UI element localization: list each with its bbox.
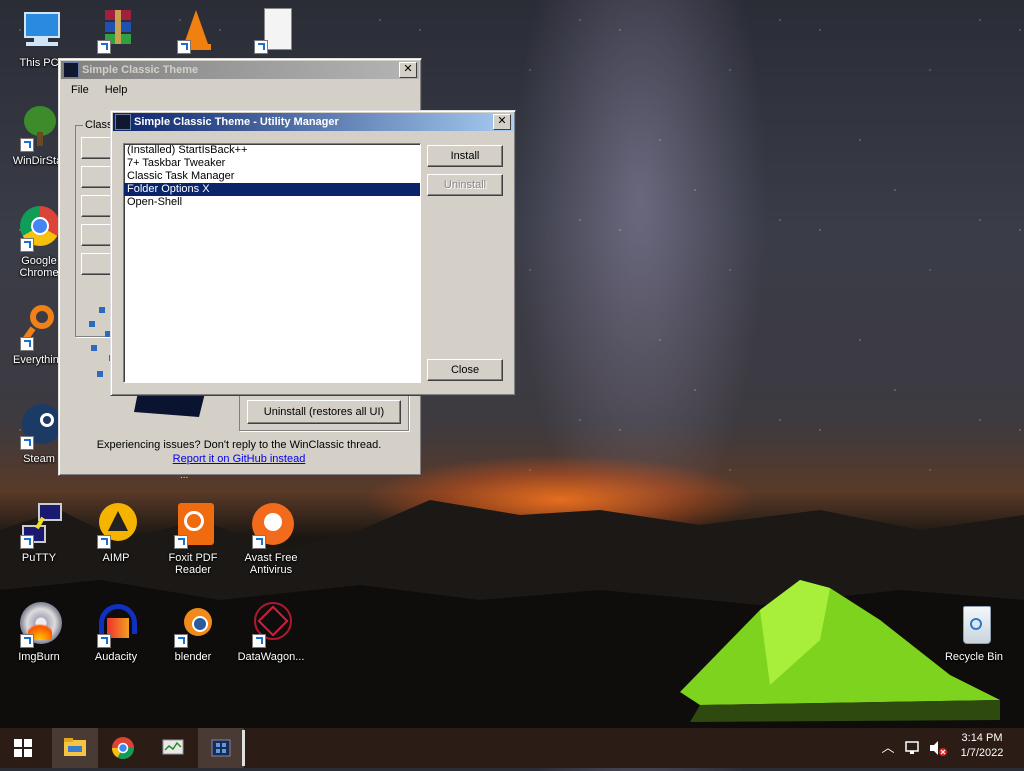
shortcut-arrow-icon [174,634,188,648]
desktop-icon-label: DataWagon... [237,651,305,663]
clock-date: 1/7/2022 [960,747,1004,759]
network-icon[interactable] [904,728,922,768]
shortcut-arrow-icon [20,634,34,648]
windows-logo-icon [14,739,32,757]
desktop-icon-datawagon[interactable]: DataWagon... [234,602,308,663]
wallpaper-landscape [0,500,1024,730]
aimp-icon [93,503,139,549]
window-title: Simple Classic Theme - Utility Manager [134,116,339,128]
blender-icon [170,602,216,648]
taskbar-file-explorer[interactable] [52,728,98,768]
list-item[interactable]: Classic Task Manager [124,170,420,183]
taskbar: ︿ 3:14 PM 1/7/2022 [0,728,1024,768]
shortcut-arrow-icon [97,634,111,648]
uninstall-button[interactable]: Uninstall [427,174,503,196]
desktop-icon-audacity[interactable]: Audacity [79,602,153,663]
shortcut-arrow-icon [97,535,111,549]
start-button[interactable] [0,728,46,768]
shortcut-arrow-icon [20,138,34,152]
desktop-icon-blender[interactable]: blender [156,602,230,663]
vlc-cone-icon [173,8,219,54]
audacity-headphones-icon [93,602,139,648]
list-item[interactable]: 7+ Taskbar Tweaker [124,157,420,170]
taskbar-simple-classic-theme[interactable] [198,728,244,768]
desktop-icon-imgburn[interactable]: ImgBurn [2,602,76,663]
uninstall-restore-button[interactable]: Uninstall (restores all UI) [247,400,401,424]
title-bar[interactable]: Simple Classic Theme - Utility Manager ✕ [113,113,513,131]
document-icon [250,8,296,54]
shortcut-arrow-icon [177,40,191,54]
shortcut-arrow-icon [252,634,266,648]
back-window-partial-label: ... [180,470,189,481]
magnifier-icon [16,305,62,351]
steam-icon [16,404,62,450]
desktop-icon-aimp[interactable]: AIMP [79,503,153,564]
app-icon [115,114,131,130]
desktop-icon-label: Foxit PDF Reader [168,552,218,576]
desktop-icon-avast[interactable]: Avast Free Antivirus [234,503,308,576]
folder-icon [64,738,86,756]
chrome-icon [16,206,62,252]
clock-time: 3:14 PM [961,732,1003,744]
utility-list[interactable]: (Installed) StartIsBack++ 7+ Taskbar Twe… [123,143,421,383]
desktop-icon-label: Recycle Bin [944,651,1004,663]
shortcut-arrow-icon [20,238,34,252]
taskbar-chrome[interactable] [100,728,146,768]
desktop-icon-label: PuTTY [21,552,57,564]
list-item[interactable]: (Installed) StartIsBack++ [124,144,420,157]
shortcut-arrow-icon [252,535,266,549]
github-link[interactable]: Report it on GitHub instead [59,453,419,465]
shortcut-arrow-icon [20,337,34,351]
tray-chevron-icon[interactable]: ︿ [880,728,896,768]
desktop-icon-vlc[interactable] [159,8,233,57]
clock[interactable]: 3:14 PM 1/7/2022 [952,728,1012,768]
window-title: Simple Classic Theme [82,64,199,76]
winrar-icon [93,8,139,54]
shortcut-arrow-icon [174,535,188,549]
chrome-icon [112,737,134,759]
computer-icon [16,8,62,54]
close-icon[interactable]: ✕ [493,114,511,130]
close-button[interactable]: Close [427,359,503,381]
taskbar-task-manager[interactable] [150,728,196,768]
desktop-icon-label: blender [174,651,212,663]
desktop-icon-label: Avast Free Antivirus [244,552,298,576]
issue-text: Experiencing issues? Don't reply to the … [96,439,382,451]
install-button[interactable]: Install [427,145,503,167]
desktop-icon-label: AIMP [102,552,130,564]
menu-file[interactable]: File [63,81,97,101]
putty-icon [16,503,62,549]
avast-icon [248,503,294,549]
taskbar-divider [242,730,245,766]
app-icon [63,62,79,78]
menu-bar: File Help [63,81,135,101]
desktop-icon-recycle-bin[interactable]: Recycle Bin [937,602,1011,663]
tree-icon [16,106,62,152]
shortcut-arrow-icon [20,436,34,450]
datawagon-star-icon [248,602,294,648]
menu-help[interactable]: Help [97,81,136,101]
desktop-icon-label: Audacity [94,651,138,663]
desktop-icon-putty[interactable]: PuTTY [2,503,76,564]
recycle-bin-icon [951,602,997,648]
list-item[interactable]: Open-Shell [124,196,420,209]
list-item-selected[interactable]: Folder Options X [124,183,420,196]
close-icon[interactable]: ✕ [399,62,417,78]
disc-fire-icon [16,602,62,648]
shortcut-arrow-icon [20,535,34,549]
foxit-pdf-icon [170,503,216,549]
desktop-icon-foxit[interactable]: Foxit PDF Reader [156,503,230,576]
shortcut-arrow-icon [254,40,268,54]
title-bar[interactable]: Simple Classic Theme ✕ [61,61,419,79]
monitor-graph-icon [162,739,184,755]
desktop-icon-label: ImgBurn [18,651,60,663]
utility-manager-window[interactable]: Simple Classic Theme - Utility Manager ✕… [110,110,516,396]
desktop-icon-file[interactable] [236,8,310,57]
volume-muted-icon[interactable] [928,728,948,768]
desktop-icon-winrar[interactable] [79,8,153,57]
app-icon [211,739,231,757]
shortcut-arrow-icon [97,40,111,54]
